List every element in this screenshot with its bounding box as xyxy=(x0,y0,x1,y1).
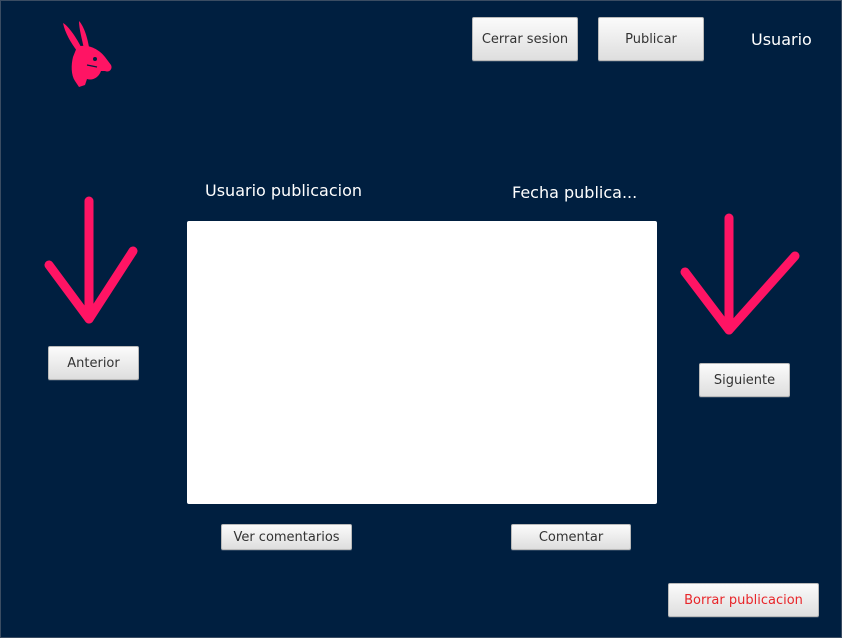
publish-button[interactable]: Publicar xyxy=(598,17,704,61)
delete-post-button[interactable]: Borrar publicacion xyxy=(668,583,819,617)
post-author-label: Usuario publicacion xyxy=(205,181,363,200)
previous-button[interactable]: Anterior xyxy=(48,346,139,380)
logout-button[interactable]: Cerrar sesion xyxy=(472,17,578,61)
arrow-down-icon xyxy=(677,212,803,338)
username-label: Usuario xyxy=(751,30,812,49)
rabbit-logo-icon xyxy=(57,21,115,87)
post-content-panel xyxy=(187,221,657,504)
view-comments-button[interactable]: Ver comentarios xyxy=(221,524,352,550)
arrow-down-icon xyxy=(41,195,141,329)
comment-button[interactable]: Comentar xyxy=(511,524,631,550)
app-window: Cerrar sesion Publicar Usuario Usuario p… xyxy=(0,0,842,638)
next-button[interactable]: Siguiente xyxy=(699,363,790,397)
post-date-label: Fecha publica... xyxy=(512,183,638,202)
